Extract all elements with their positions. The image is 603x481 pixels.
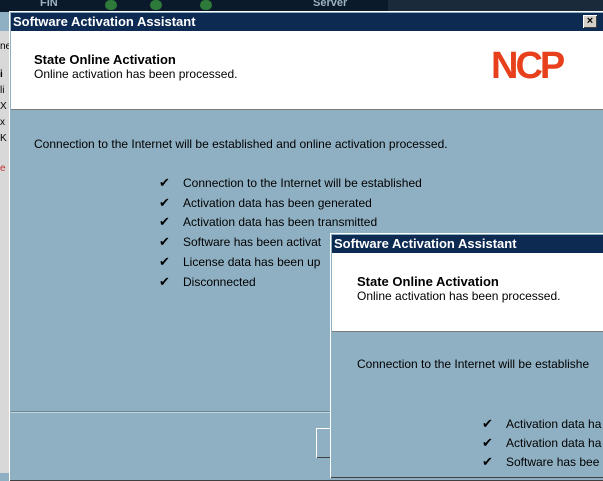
step-item: Software has been activat (183, 235, 322, 249)
background-text: X (0, 101, 7, 112)
check-icon: ✔ (482, 454, 493, 469)
background-text: e (0, 163, 6, 174)
step-item: Activation data ha (506, 436, 602, 450)
background-left-strip: ne i li X x K e (0, 31, 9, 473)
check-icon: ✔ (159, 175, 170, 190)
status-message: Connection to the Internet will be estab… (34, 137, 448, 151)
step-item: Connection to the Internet will be estab… (183, 176, 422, 190)
dialog-titlebar[interactable]: Software Activation Assistant × (11, 13, 603, 31)
header-title: State Online Activation (34, 52, 176, 67)
check-icon: ✔ (159, 254, 170, 269)
check-icon: ✔ (482, 416, 493, 431)
check-icon: ✔ (482, 435, 493, 450)
check-icon: ✔ (159, 214, 170, 229)
step-item: License data has been up (183, 255, 321, 269)
dialog-header: State Online Activation Online activatio… (11, 31, 603, 110)
background-text: i (0, 69, 3, 80)
dialog-titlebar[interactable]: Software Activation Assistant (332, 235, 603, 253)
network-icon (150, 0, 162, 10)
dialog-title: Software Activation Assistant (13, 14, 196, 29)
background-text: x (0, 117, 5, 128)
check-icon: ✔ (159, 195, 170, 210)
ncp-logo: NCP (491, 45, 565, 87)
dialog-title: Software Activation Assistant (334, 236, 517, 251)
background-text: K (0, 133, 7, 144)
background-app-label: FIN (40, 0, 58, 9)
background-text: li (0, 85, 5, 96)
check-icon: ✔ (159, 274, 170, 289)
dialog-header: State Online Activation Online activatio… (332, 253, 603, 332)
background-text: ne (0, 41, 9, 52)
status-message: Connection to the Internet will be estab… (357, 357, 590, 371)
key-icon (200, 0, 212, 10)
header-subtitle: Online activation has been processed. (34, 67, 238, 81)
header-title: State Online Activation (357, 274, 499, 289)
step-item: Software has bee (506, 455, 600, 469)
close-button[interactable]: × (583, 15, 597, 28)
background-server-label: Server (313, 0, 348, 9)
check-icon: ✔ (159, 234, 170, 249)
step-item: Activation data ha (506, 417, 602, 431)
activation-dialog-front: Software Activation Assistant State Onli… (330, 233, 603, 478)
step-item: Activation data has been transmitted (183, 215, 378, 229)
globe-icon (105, 0, 117, 10)
step-item: Activation data has been generated (183, 196, 372, 210)
step-item: Disconnected (183, 275, 256, 289)
header-subtitle: Online activation has been processed. (357, 289, 561, 303)
